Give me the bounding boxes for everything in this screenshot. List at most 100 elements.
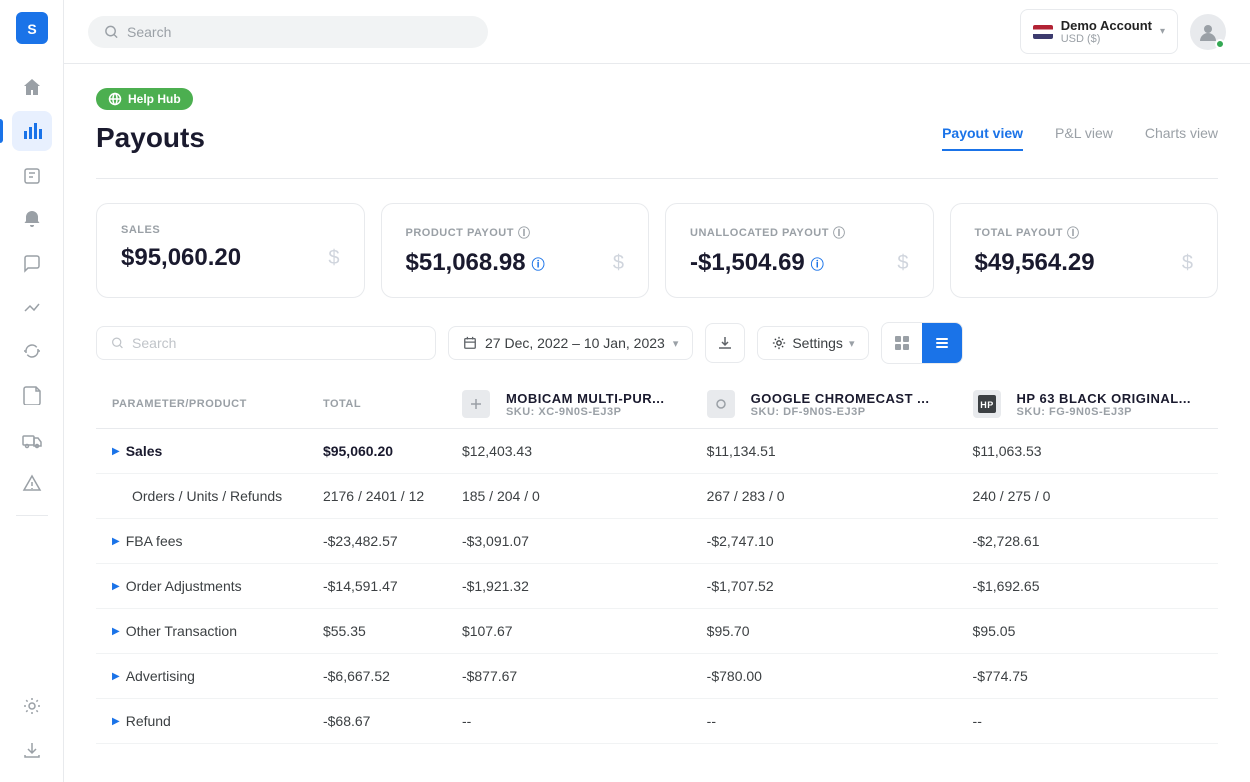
cell-total-value: $55.35 [323, 623, 366, 639]
sidebar-item-alerts[interactable] [12, 463, 52, 503]
grid-icon [894, 335, 910, 351]
settings-chevron-icon: ▾ [849, 337, 855, 350]
toolbar: 27 Dec, 2022 – 10 Jan, 2023 ▾ Settings ▾ [96, 322, 1218, 364]
sidebar: S [0, 0, 64, 782]
table-search-input[interactable] [132, 335, 421, 351]
expand-arrow-icon[interactable]: ▶ [112, 671, 120, 682]
tab-charts-view[interactable]: Charts view [1145, 125, 1218, 151]
kpi-card-product-payout: PRODUCT PAYOUT ⓘ $51,068.98 ⓘ $ [381, 203, 650, 298]
sidebar-item-notifications[interactable] [12, 199, 52, 239]
expand-arrow-icon[interactable]: ▶ [112, 581, 120, 592]
col-header-product3: HP HP 63 Black Original... SKU: FG-9N0S-… [957, 380, 1218, 429]
cell-p2-value: -$1,707.52 [707, 578, 774, 594]
cell-label: ▶ Advertising [96, 654, 307, 699]
tab-payout-view[interactable]: Payout view [942, 125, 1023, 151]
cell-p2-value: -$780.00 [707, 668, 762, 684]
kpi-unallocated-label: UNALLOCATED PAYOUT ⓘ [690, 224, 909, 241]
unallocated-info-icon[interactable]: ⓘ [833, 224, 846, 241]
avatar-online-indicator [1215, 39, 1225, 49]
row-label-text: Order Adjustments [126, 578, 242, 594]
expand-arrow-icon[interactable]: ▶ [112, 536, 120, 547]
kpi-card-sales: SALES $95,060.20 $ [96, 203, 365, 298]
download-button[interactable] [705, 323, 745, 363]
total-payout-info-icon[interactable]: ⓘ [1067, 224, 1080, 241]
cell-p1-value: -$1,921.32 [462, 578, 529, 594]
help-hub-label: Help Hub [128, 92, 181, 106]
row-label-text: Sales [126, 443, 163, 459]
settings-button[interactable]: Settings ▾ [757, 326, 869, 360]
product-payout-value-info-icon[interactable]: ⓘ [532, 254, 545, 273]
date-range-picker[interactable]: 27 Dec, 2022 – 10 Jan, 2023 ▾ [448, 326, 693, 360]
cell-p3-value: -- [973, 713, 982, 729]
cell-p1-value: -- [462, 713, 471, 729]
help-hub-badge[interactable]: Help Hub [96, 88, 193, 110]
cell-p3-value: $11,063.53 [973, 443, 1042, 459]
svg-text:HP: HP [980, 400, 994, 410]
account-selector[interactable]: Demo Account USD ($) ▾ [1020, 9, 1178, 54]
kpi-total-payout-value: $49,564.29 [975, 249, 1095, 277]
table-search-bar[interactable] [96, 326, 436, 360]
product3-name: HP 63 Black Original... [1017, 391, 1192, 406]
cell-total: -$23,482.57 [307, 519, 446, 564]
expand-arrow-icon[interactable]: ▶ [112, 626, 120, 637]
sidebar-item-export[interactable] [12, 730, 52, 770]
kpi-sales-dollar-icon: $ [328, 247, 339, 270]
cell-label: ▶ Sales [96, 429, 307, 474]
cell-p2: -- [691, 699, 957, 744]
date-range-label: 27 Dec, 2022 – 10 Jan, 2023 [485, 335, 665, 351]
unallocated-value-info-icon[interactable]: ⓘ [811, 254, 824, 273]
view-grid-button[interactable] [882, 323, 922, 363]
sidebar-item-home[interactable] [12, 67, 52, 107]
cell-p1-value: -$877.67 [462, 668, 517, 684]
view-list-button[interactable] [922, 323, 962, 363]
kpi-unallocated-value: -$1,504.69 ⓘ [690, 249, 824, 277]
app-logo[interactable]: S [16, 12, 48, 47]
expand-arrow-icon[interactable]: ▶ [112, 716, 120, 727]
account-name: Demo Account [1061, 18, 1152, 33]
view-tabs: Payout view P&L view Charts view [942, 125, 1218, 151]
cell-label: ▶ FBA fees [96, 519, 307, 564]
avatar[interactable] [1190, 14, 1226, 50]
cell-p2: -$2,747.10 [691, 519, 957, 564]
page-title: Payouts [96, 122, 205, 154]
cell-total: $95,060.20 [307, 429, 446, 474]
search-bar[interactable] [88, 16, 488, 48]
cell-p3: 240 / 275 / 0 [957, 474, 1218, 519]
sidebar-item-sync[interactable] [12, 331, 52, 371]
data-table: PARAMETER/PRODUCT TOTAL MobiCam [96, 380, 1218, 744]
product1-name: MobiCam Multi-Pur... [506, 391, 665, 406]
cell-label: Orders / Units / Refunds [96, 474, 307, 519]
cell-label: ▶ Order Adjustments [96, 564, 307, 609]
sidebar-item-messages[interactable] [12, 243, 52, 283]
cell-p3: -- [957, 699, 1218, 744]
kpi-sales-value: $95,060.20 [121, 244, 241, 272]
cell-p3-value: -$1,692.65 [973, 578, 1040, 594]
cell-total: -$6,667.52 [307, 654, 446, 699]
sidebar-item-settings[interactable] [12, 686, 52, 726]
sidebar-item-trends[interactable] [12, 287, 52, 327]
cell-p2-value: $11,134.51 [707, 443, 776, 459]
product3-sku: SKU: FG-9N0S-EJ3P [1017, 406, 1192, 418]
cell-total: $55.35 [307, 609, 446, 654]
row-label-text: Orders / Units / Refunds [132, 488, 282, 504]
kpi-product-payout-value: $51,068.98 ⓘ [406, 249, 545, 277]
cell-p1-value: $107.67 [462, 623, 513, 639]
sidebar-item-documents[interactable] [12, 375, 52, 415]
user-avatar-icon [1197, 21, 1219, 43]
product1-sku: SKU: XC-9N0S-EJ3P [506, 406, 665, 418]
cell-total-value: $95,060.20 [323, 443, 393, 459]
cell-total-value: -$6,667.52 [323, 668, 390, 684]
expand-arrow-icon[interactable]: ▶ [112, 446, 120, 457]
list-icon [934, 335, 950, 351]
sidebar-item-shipping[interactable] [12, 419, 52, 459]
sidebar-item-orders[interactable] [12, 155, 52, 195]
search-input[interactable] [127, 24, 472, 40]
kpi-product-payout-label: PRODUCT PAYOUT ⓘ [406, 224, 625, 241]
sidebar-item-analytics[interactable] [12, 111, 52, 151]
cell-p2: $95.70 [691, 609, 957, 654]
product-payout-info-icon[interactable]: ⓘ [518, 224, 531, 241]
cell-p1: -$1,921.32 [446, 564, 691, 609]
table-row: ▶ FBA fees -$23,482.57 -$3,091.07 -$2,74… [96, 519, 1218, 564]
cell-p3: $95.05 [957, 609, 1218, 654]
tab-pl-view[interactable]: P&L view [1055, 125, 1113, 151]
